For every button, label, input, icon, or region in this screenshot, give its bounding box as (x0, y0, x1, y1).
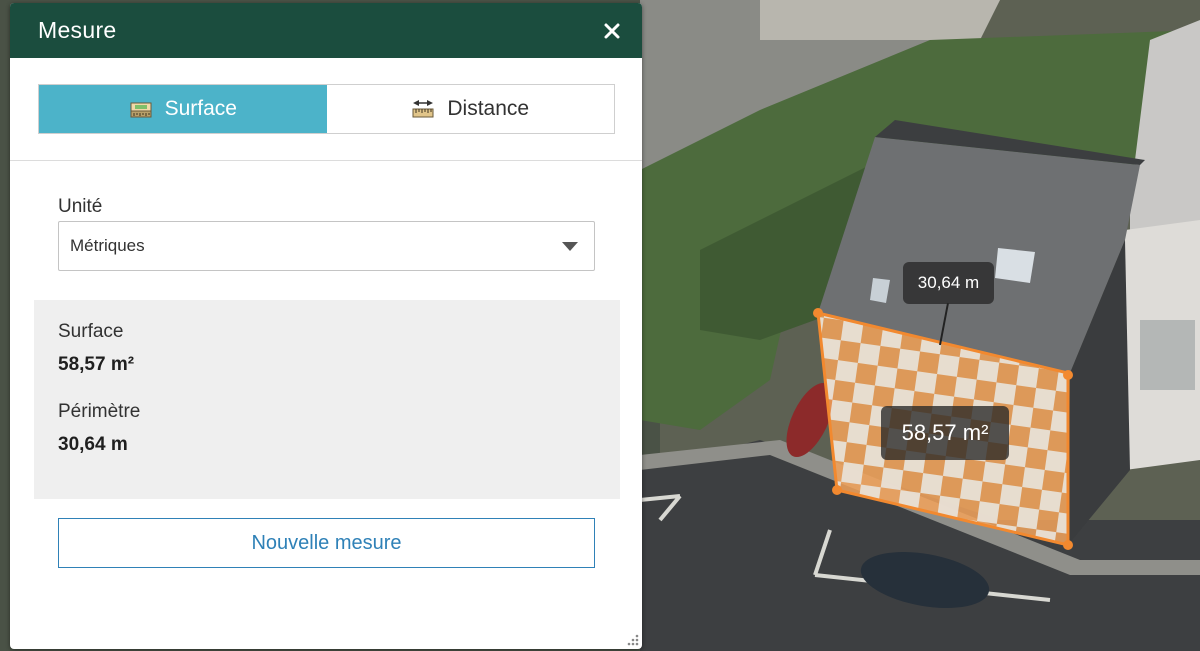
measure-results: Surface 58,57 m² Périmètre 30,64 m (34, 300, 620, 499)
unit-select[interactable]: Métriques (58, 221, 595, 271)
perimeter-value: 30,64 m (58, 434, 128, 455)
chevron-down-icon (562, 241, 578, 251)
measure-panel: Mesure Surface Distance Unité Métriques … (10, 3, 642, 649)
map-area-label: 58,57 m² (881, 406, 1009, 460)
panel-header: Mesure (10, 3, 642, 58)
distance-measure-icon (411, 98, 435, 120)
resize-grip-icon[interactable] (625, 632, 639, 646)
close-button[interactable] (600, 19, 624, 43)
new-measure-button[interactable]: Nouvelle mesure (58, 518, 595, 568)
close-icon (604, 23, 620, 38)
tab-distance[interactable]: Distance (326, 85, 614, 133)
area-measure-icon (129, 98, 153, 120)
map-perimeter-label: 30,64 m (903, 262, 994, 304)
unit-label: Unité (58, 196, 103, 217)
tab-distance-label: Distance (447, 97, 530, 120)
measure-mode-tabs: Surface Distance (38, 84, 615, 134)
tab-surface-label: Surface (164, 97, 237, 120)
divider (10, 160, 642, 161)
area-label: Surface (58, 321, 124, 342)
tab-surface[interactable]: Surface (39, 85, 327, 133)
unit-select-value: Métriques (70, 236, 145, 255)
area-value: 58,57 m² (58, 354, 135, 375)
panel-title: Mesure (38, 17, 117, 43)
perimeter-label: Périmètre (58, 401, 141, 422)
